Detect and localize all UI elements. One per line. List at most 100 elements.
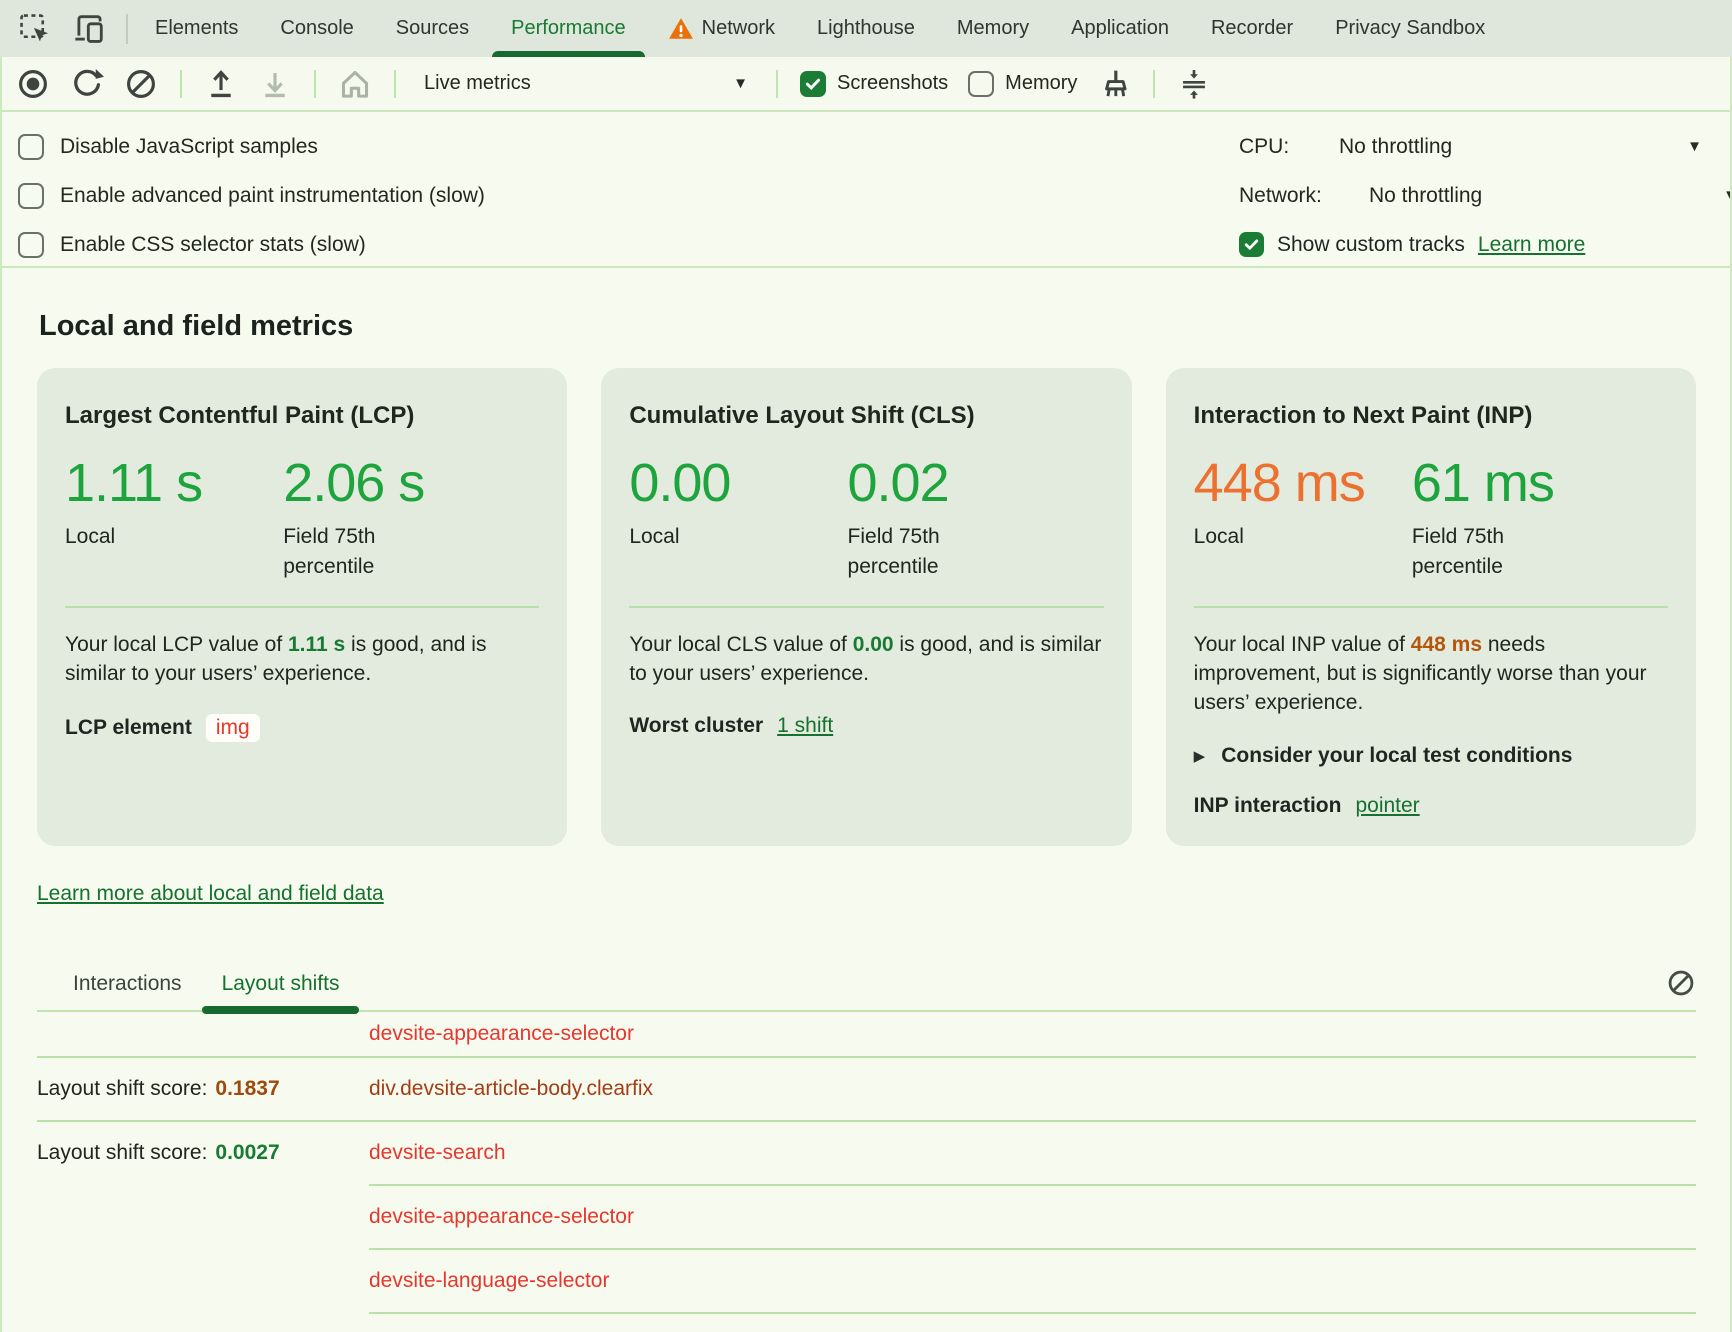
- lcp-card: Largest Contentful Paint (LCP) 1.11 s Lo…: [37, 368, 567, 846]
- cpu-label: CPU:: [1239, 135, 1339, 159]
- save-profile-icon[interactable]: [258, 67, 292, 101]
- element-node-link[interactable]: devsite-language-selector: [369, 1269, 609, 1293]
- element-node-link[interactable]: devsite-search: [369, 1141, 506, 1165]
- show-custom-tracks-row: Show custom tracks Learn more: [1239, 220, 1730, 269]
- field-value-block: 0.02 Field 75th percentile: [848, 452, 1104, 582]
- field-value: 61 ms: [1412, 452, 1668, 514]
- checkbox-checked-icon: [800, 71, 826, 97]
- score-cell: Layout shift score: 0.0027: [37, 1141, 369, 1165]
- load-profile-icon[interactable]: [204, 67, 238, 101]
- tab-lighthouse[interactable]: Lighthouse: [796, 0, 936, 57]
- live-metrics-view: Local and field metrics Largest Contentf…: [2, 268, 1730, 1330]
- devtools-tabbar: Elements Console Sources Performance Net…: [0, 0, 1732, 57]
- disclosure-label: Consider your local test conditions: [1221, 744, 1572, 768]
- tab-application[interactable]: Application: [1050, 0, 1190, 57]
- show-custom-tracks-label: Show custom tracks: [1277, 233, 1465, 257]
- clear-log-icon[interactable]: [1666, 968, 1696, 998]
- element-node-link[interactable]: div.devsite-article-body.clearfix: [369, 1077, 653, 1101]
- disable-js-samples-checkbox[interactable]: Disable JavaScript samples: [18, 122, 485, 171]
- learn-more-local-field-link[interactable]: Learn more about local and field data: [37, 882, 384, 905]
- card-description: Your local LCP value of 1.11 s is good, …: [65, 630, 539, 689]
- performance-toolbar: Live metrics ▼ Screenshots Memory: [2, 57, 1730, 112]
- score-label: Layout shift score:: [37, 1141, 207, 1165]
- field-label: Field 75th percentile: [848, 522, 983, 582]
- home-icon[interactable]: [338, 67, 372, 101]
- checkbox-unchecked-icon: [18, 232, 44, 258]
- tab-label: Console: [280, 17, 353, 40]
- clear-icon[interactable]: [124, 67, 158, 101]
- tabbar-left-icons: [0, 0, 106, 57]
- lcp-element-node-link[interactable]: img: [206, 714, 260, 742]
- local-value-block: 1.11 s Local: [65, 452, 283, 582]
- capture-settings: Disable JavaScript samples Enable advanc…: [2, 112, 1730, 268]
- tab-interactions[interactable]: Interactions: [53, 962, 202, 1010]
- desc-text: Your local LCP value of: [65, 633, 288, 656]
- record-and-reload-icon[interactable]: [70, 67, 104, 101]
- tab-recorder[interactable]: Recorder: [1190, 0, 1314, 57]
- garbage-collect-icon[interactable]: [1097, 67, 1131, 101]
- show-custom-tracks-checkbox[interactable]: [1239, 232, 1264, 257]
- element-node-link[interactable]: devsite-appearance-selector: [369, 1205, 634, 1229]
- history-dropdown[interactable]: Live metrics ▼: [418, 72, 754, 95]
- tab-label: Elements: [155, 17, 238, 40]
- field-value-block: 61 ms Field 75th percentile: [1412, 452, 1668, 582]
- cpu-throttling-select[interactable]: CPU: No throttling ▼: [1239, 122, 1730, 171]
- card-title: Largest Contentful Paint (LCP): [65, 402, 539, 430]
- memory-checkbox[interactable]: Memory: [968, 71, 1077, 97]
- desc-value: 1.11 s: [288, 633, 345, 656]
- learn-more-link[interactable]: Learn more: [1478, 233, 1585, 257]
- network-label: Network:: [1239, 184, 1369, 208]
- network-value: No throttling: [1369, 184, 1482, 208]
- advanced-paint-instrumentation-checkbox[interactable]: Enable advanced paint instrumentation (s…: [18, 171, 485, 220]
- worst-cluster-link[interactable]: 1 shift: [777, 714, 833, 738]
- toolbar-separator: [180, 70, 182, 98]
- collapse-icon[interactable]: [1177, 67, 1211, 101]
- tab-elements[interactable]: Elements: [134, 0, 259, 57]
- card-title: Cumulative Layout Shift (CLS): [629, 402, 1103, 430]
- local-label: Local: [1194, 522, 1329, 552]
- tab-console[interactable]: Console: [259, 0, 374, 57]
- device-toolbar-icon[interactable]: [73, 12, 106, 45]
- network-throttling-select[interactable]: Network: No throttling ▼: [1239, 171, 1730, 220]
- tab-label: Layout shifts: [222, 972, 340, 995]
- table-row: devsite-appearance-selector: [37, 1186, 1696, 1248]
- worst-cluster-label: Worst cluster: [629, 714, 763, 738]
- history-dropdown-value: Live metrics: [424, 72, 531, 95]
- tab-label: Privacy Sandbox: [1335, 17, 1485, 40]
- table-row: devsite-language-selector: [37, 1250, 1696, 1312]
- tab-privacy-sandbox[interactable]: Privacy Sandbox: [1314, 0, 1506, 57]
- card-divider: [629, 606, 1103, 608]
- tab-performance[interactable]: Performance: [490, 0, 647, 57]
- cpu-value: No throttling: [1339, 135, 1452, 159]
- screenshots-label: Screenshots: [837, 72, 948, 95]
- card-values: 448 ms Local 61 ms Field 75th percentile: [1194, 452, 1668, 582]
- local-value-block: 448 ms Local: [1194, 452, 1412, 582]
- tabbar-separator: [126, 14, 128, 44]
- css-selector-stats-checkbox[interactable]: Enable CSS selector stats (slow): [18, 220, 485, 269]
- worst-cluster-row: Worst cluster 1 shift: [629, 714, 1103, 738]
- card-values: 0.00 Local 0.02 Field 75th percentile: [629, 452, 1103, 582]
- tab-layout-shifts[interactable]: Layout shifts: [202, 962, 360, 1010]
- inp-interaction-link[interactable]: pointer: [1355, 794, 1419, 818]
- local-value-block: 0.00 Local: [629, 452, 847, 582]
- logs-tab-bar: Interactions Layout shifts: [37, 962, 1696, 1012]
- tab-label: Sources: [396, 17, 469, 40]
- screenshots-checkbox[interactable]: Screenshots: [800, 71, 948, 97]
- field-value-block: 2.06 s Field 75th percentile: [283, 452, 539, 582]
- inspect-element-icon[interactable]: [18, 12, 51, 45]
- throttling-settings: CPU: No throttling ▼ Network: No throttl…: [1239, 122, 1730, 269]
- element-node-link[interactable]: devsite-appearance-selector: [369, 1022, 634, 1046]
- desc-value: 448 ms: [1411, 633, 1482, 656]
- tab-label: Performance: [511, 17, 626, 40]
- record-icon[interactable]: [16, 67, 50, 101]
- checkbox-unchecked-icon: [18, 183, 44, 209]
- tab-memory[interactable]: Memory: [936, 0, 1050, 57]
- checkbox-unchecked-icon: [968, 71, 994, 97]
- desc-value: 0.00: [853, 633, 894, 656]
- inp-interaction-label: INP interaction: [1194, 794, 1342, 818]
- inp-card: Interaction to Next Paint (INP) 448 ms L…: [1166, 368, 1696, 846]
- tab-network[interactable]: Network: [647, 0, 796, 57]
- local-test-conditions-disclosure[interactable]: ▶ Consider your local test conditions: [1194, 744, 1668, 768]
- toolbar-separator: [1153, 70, 1155, 98]
- tab-sources[interactable]: Sources: [375, 0, 490, 57]
